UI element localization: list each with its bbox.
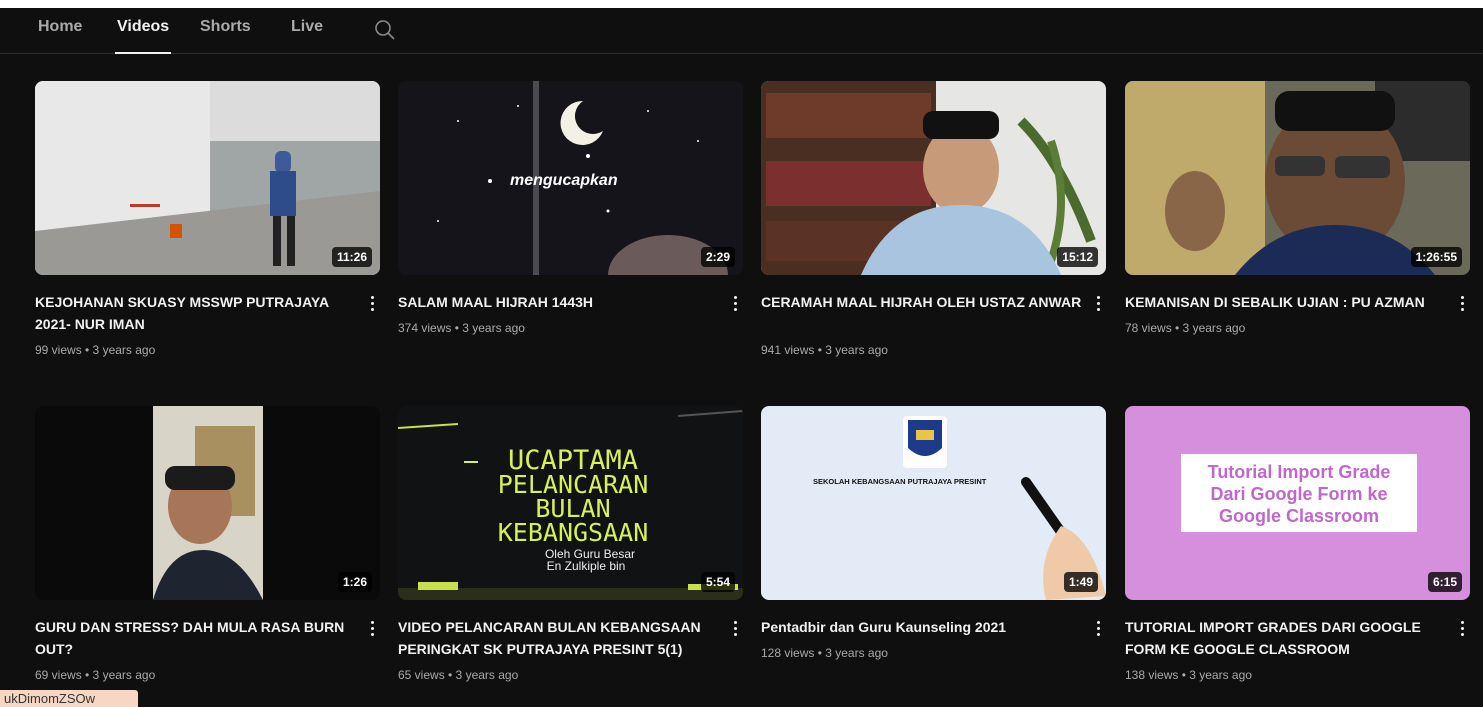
more-options-icon[interactable]: [1455, 293, 1469, 313]
video-title[interactable]: VIDEO PELANCARAN BULAN KEBANGSAAN PERING…: [398, 616, 720, 660]
video-title[interactable]: GURU DAN STRESS? DAH MULA RASA BURN OUT?: [35, 616, 357, 660]
tab-videos-label: Videos: [117, 18, 170, 35]
video-duration: 1:26: [337, 572, 372, 592]
video-duration: 1:26:55: [1410, 247, 1462, 267]
url-tooltip: ukDimomZSOw: [0, 690, 138, 707]
tab-live[interactable]: Live: [291, 18, 323, 36]
channel-tabs: Home Videos Shorts Live: [0, 8, 1483, 54]
video-meta: 128 views • 3 years ago: [761, 646, 888, 660]
more-options-icon[interactable]: [1091, 618, 1105, 638]
video-meta: 374 views • 3 years ago: [398, 321, 525, 335]
thumbnail-text: SEKOLAH KEBANGSAAN PUTRAJAYA PRESINT: [813, 477, 987, 486]
video-meta: 138 views • 3 years ago: [1125, 668, 1252, 682]
video-meta: 78 views • 3 years ago: [1125, 321, 1246, 335]
video-thumbnail[interactable]: 1:26: [35, 406, 380, 600]
tab-shorts[interactable]: Shorts: [200, 18, 251, 36]
more-options-icon[interactable]: [365, 293, 379, 313]
thumbnail-text-line: Tutorial Import Grade: [1208, 462, 1391, 482]
active-tab-underline: [115, 52, 172, 54]
video-thumbnail[interactable]: Tutorial Import Grade Dari Google Form k…: [1125, 406, 1470, 600]
video-meta: 65 views • 3 years ago: [398, 668, 519, 682]
video-title[interactable]: SALAM MAAL HIJRAH 1443H: [398, 291, 720, 313]
more-options-icon[interactable]: [1455, 618, 1469, 638]
video-title[interactable]: KEJOHANAN SKUASY MSSWP PUTRAJAYA 2021- N…: [35, 291, 357, 335]
more-options-icon[interactable]: [1091, 293, 1105, 313]
tab-videos[interactable]: Videos: [115, 18, 172, 54]
more-options-icon[interactable]: [728, 293, 742, 313]
search-icon[interactable]: [373, 18, 397, 42]
more-options-icon[interactable]: [728, 618, 742, 638]
more-options-icon[interactable]: [365, 618, 379, 638]
thumbnail-text-line: KEBANGSAAN: [498, 518, 649, 547]
thumbnail-text: mengucapkan: [510, 172, 618, 189]
video-duration: 6:15: [1427, 572, 1462, 592]
thumbnail-text-line: Dari Google Form ke: [1210, 484, 1387, 504]
video-duration: 11:26: [331, 247, 372, 267]
video-meta: 99 views • 3 years ago: [35, 343, 156, 357]
video-thumbnail[interactable]: SEKOLAH KEBANGSAAN PUTRAJAYA PRESINT 1:4…: [761, 406, 1106, 600]
thumbnail-subtext: En Zulkiple bin: [547, 559, 626, 573]
video-thumbnail[interactable]: UCAPTAMA PELANCARAN BULAN KEBANGSAAN Ole…: [398, 406, 743, 600]
video-title[interactable]: KEMANISAN DI SEBALIK UJIAN : PU AZMAN: [1125, 291, 1447, 313]
video-title[interactable]: TUTORIAL IMPORT GRADES DARI GOOGLE FORM …: [1125, 616, 1447, 660]
video-meta: 941 views • 3 years ago: [761, 343, 888, 357]
video-duration: 1:49: [1063, 572, 1098, 592]
video-thumbnail[interactable]: 15:12: [761, 81, 1106, 275]
tab-home[interactable]: Home: [38, 18, 82, 36]
video-duration: 2:29: [700, 247, 735, 267]
video-title[interactable]: CERAMAH MAAL HIJRAH OLEH USTAZ ANWAR: [761, 291, 1083, 313]
video-duration: 15:12: [1057, 247, 1098, 267]
video-thumbnail[interactable]: mengucapkan 2:29: [398, 81, 743, 275]
video-meta: 69 views • 3 years ago: [35, 668, 156, 682]
thumbnail-text-line: Google Classroom: [1219, 506, 1379, 526]
top-edge: [0, 0, 1483, 8]
video-duration: 5:54: [700, 572, 735, 592]
video-title[interactable]: Pentadbir dan Guru Kaunseling 2021: [761, 616, 1083, 638]
video-thumbnail[interactable]: 1:26:55: [1125, 81, 1470, 275]
video-thumbnail[interactable]: 11:26: [35, 81, 380, 275]
